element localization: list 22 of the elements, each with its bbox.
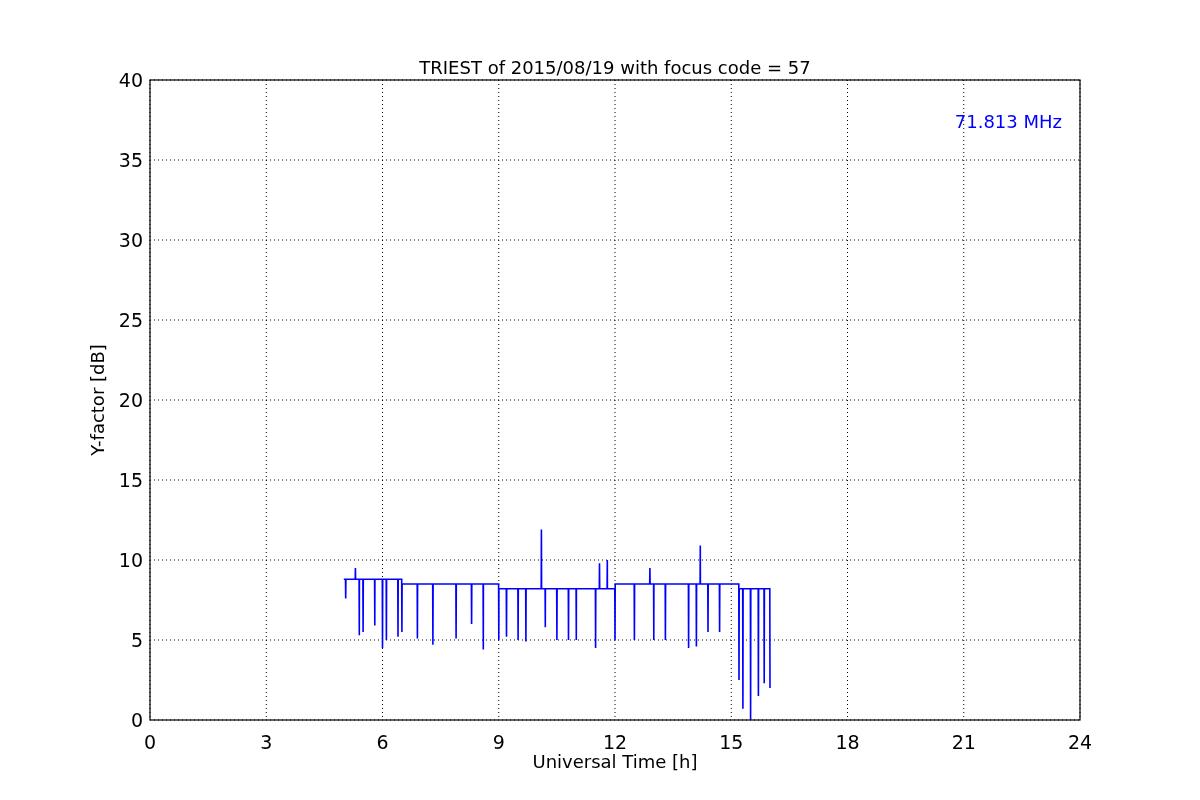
x-tick-label: 15 [719, 731, 744, 753]
y-tick-label: 40 [118, 69, 143, 91]
y-tick-label: 35 [118, 149, 143, 171]
x-tick-label: 6 [376, 731, 389, 753]
y-tick-label: 15 [118, 469, 143, 491]
x-tick-label: 24 [1067, 731, 1093, 753]
x-tick-label: 12 [602, 731, 628, 753]
x-tick-label: 21 [951, 731, 976, 753]
x-tick-label: 9 [492, 731, 505, 753]
x-tick-label: 0 [143, 731, 157, 753]
x-axis-label: Universal Time [h] [532, 751, 698, 772]
x-tick-label: 18 [835, 731, 860, 753]
series-label: 71.813 MHz [954, 111, 1062, 132]
y-tick-label: 25 [118, 309, 143, 331]
chart-title: TRIEST of 2015/08/19 with focus code = 57 [419, 57, 811, 78]
y-tick-label: 30 [118, 229, 143, 251]
y-axis-label: Y-factor [dB] [87, 344, 108, 456]
y-tick-label: 0 [130, 709, 143, 731]
y-tick-label: 10 [118, 549, 143, 571]
y-tick-label: 5 [130, 629, 143, 651]
y-tick-label: 20 [118, 389, 143, 411]
x-tick-label: 3 [260, 731, 273, 753]
